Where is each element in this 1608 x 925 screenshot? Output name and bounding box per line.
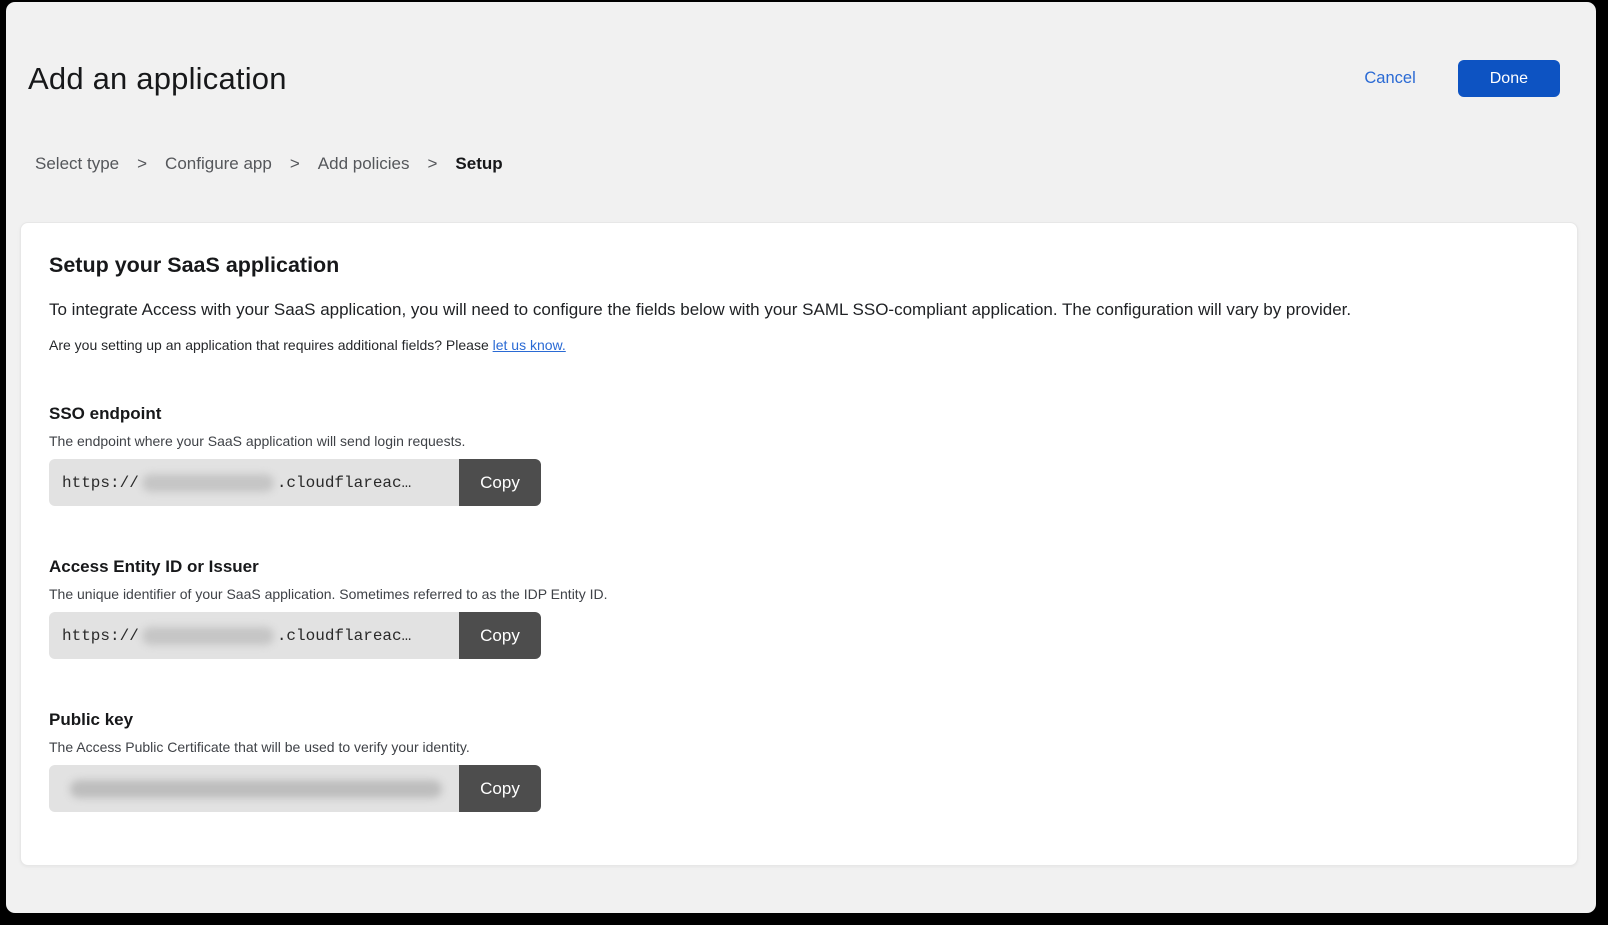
breadcrumb: Select type > Configure app > Add polici… (35, 154, 1596, 174)
breadcrumb-separator: > (290, 154, 300, 174)
breadcrumb-separator: > (427, 154, 437, 174)
card-note: Are you setting up an application that r… (49, 337, 1549, 353)
breadcrumb-step-select-type[interactable]: Select type (35, 154, 119, 174)
sso-endpoint-section: SSO endpoint The endpoint where your Saa… (49, 404, 1549, 506)
let-us-know-link[interactable]: let us know. (493, 337, 566, 353)
done-button[interactable]: Done (1458, 60, 1560, 97)
public-key-description: The Access Public Certificate that will … (49, 739, 1549, 755)
public-key-section: Public key The Access Public Certificate… (49, 710, 1549, 812)
public-key-copy-button[interactable]: Copy (459, 765, 541, 812)
redacted-value (142, 627, 274, 645)
public-key-field-group: Copy (49, 765, 541, 812)
value-prefix: https:// (62, 474, 139, 492)
card-heading: Setup your SaaS application (49, 253, 1549, 278)
card-intro: To integrate Access with your SaaS appli… (49, 299, 1549, 320)
sso-endpoint-copy-button[interactable]: Copy (459, 459, 541, 506)
breadcrumb-step-add-policies[interactable]: Add policies (318, 154, 410, 174)
header-actions: Cancel Done (1364, 60, 1560, 97)
entity-id-value[interactable]: https:// .cloudflareac… (49, 612, 459, 659)
public-key-value[interactable] (49, 765, 459, 812)
breadcrumb-step-configure-app[interactable]: Configure app (165, 154, 272, 174)
page-title: Add an application (28, 61, 287, 97)
entity-id-label: Access Entity ID or Issuer (49, 557, 1549, 577)
entity-id-description: The unique identifier of your SaaS appli… (49, 586, 1549, 602)
note-text: Are you setting up an application that r… (49, 337, 493, 353)
entity-id-field-group: https:// .cloudflareac… Copy (49, 612, 541, 659)
value-suffix: .cloudflareac… (277, 627, 411, 645)
setup-card: Setup your SaaS application To integrate… (20, 222, 1578, 866)
value-suffix: .cloudflareac… (277, 474, 411, 492)
value-prefix: https:// (62, 627, 139, 645)
redacted-value (70, 780, 442, 798)
breadcrumb-step-setup: Setup (455, 154, 502, 174)
app-window: Add an application Cancel Done Select ty… (6, 2, 1596, 913)
public-key-label: Public key (49, 710, 1549, 730)
sso-endpoint-field-group: https:// .cloudflareac… Copy (49, 459, 541, 506)
sso-endpoint-description: The endpoint where your SaaS application… (49, 433, 1549, 449)
entity-id-section: Access Entity ID or Issuer The unique id… (49, 557, 1549, 659)
sso-endpoint-label: SSO endpoint (49, 404, 1549, 424)
page-header: Add an application Cancel Done (6, 60, 1596, 97)
sso-endpoint-value[interactable]: https:// .cloudflareac… (49, 459, 459, 506)
redacted-value (142, 474, 274, 492)
breadcrumb-separator: > (137, 154, 147, 174)
cancel-button[interactable]: Cancel (1364, 69, 1415, 88)
entity-id-copy-button[interactable]: Copy (459, 612, 541, 659)
